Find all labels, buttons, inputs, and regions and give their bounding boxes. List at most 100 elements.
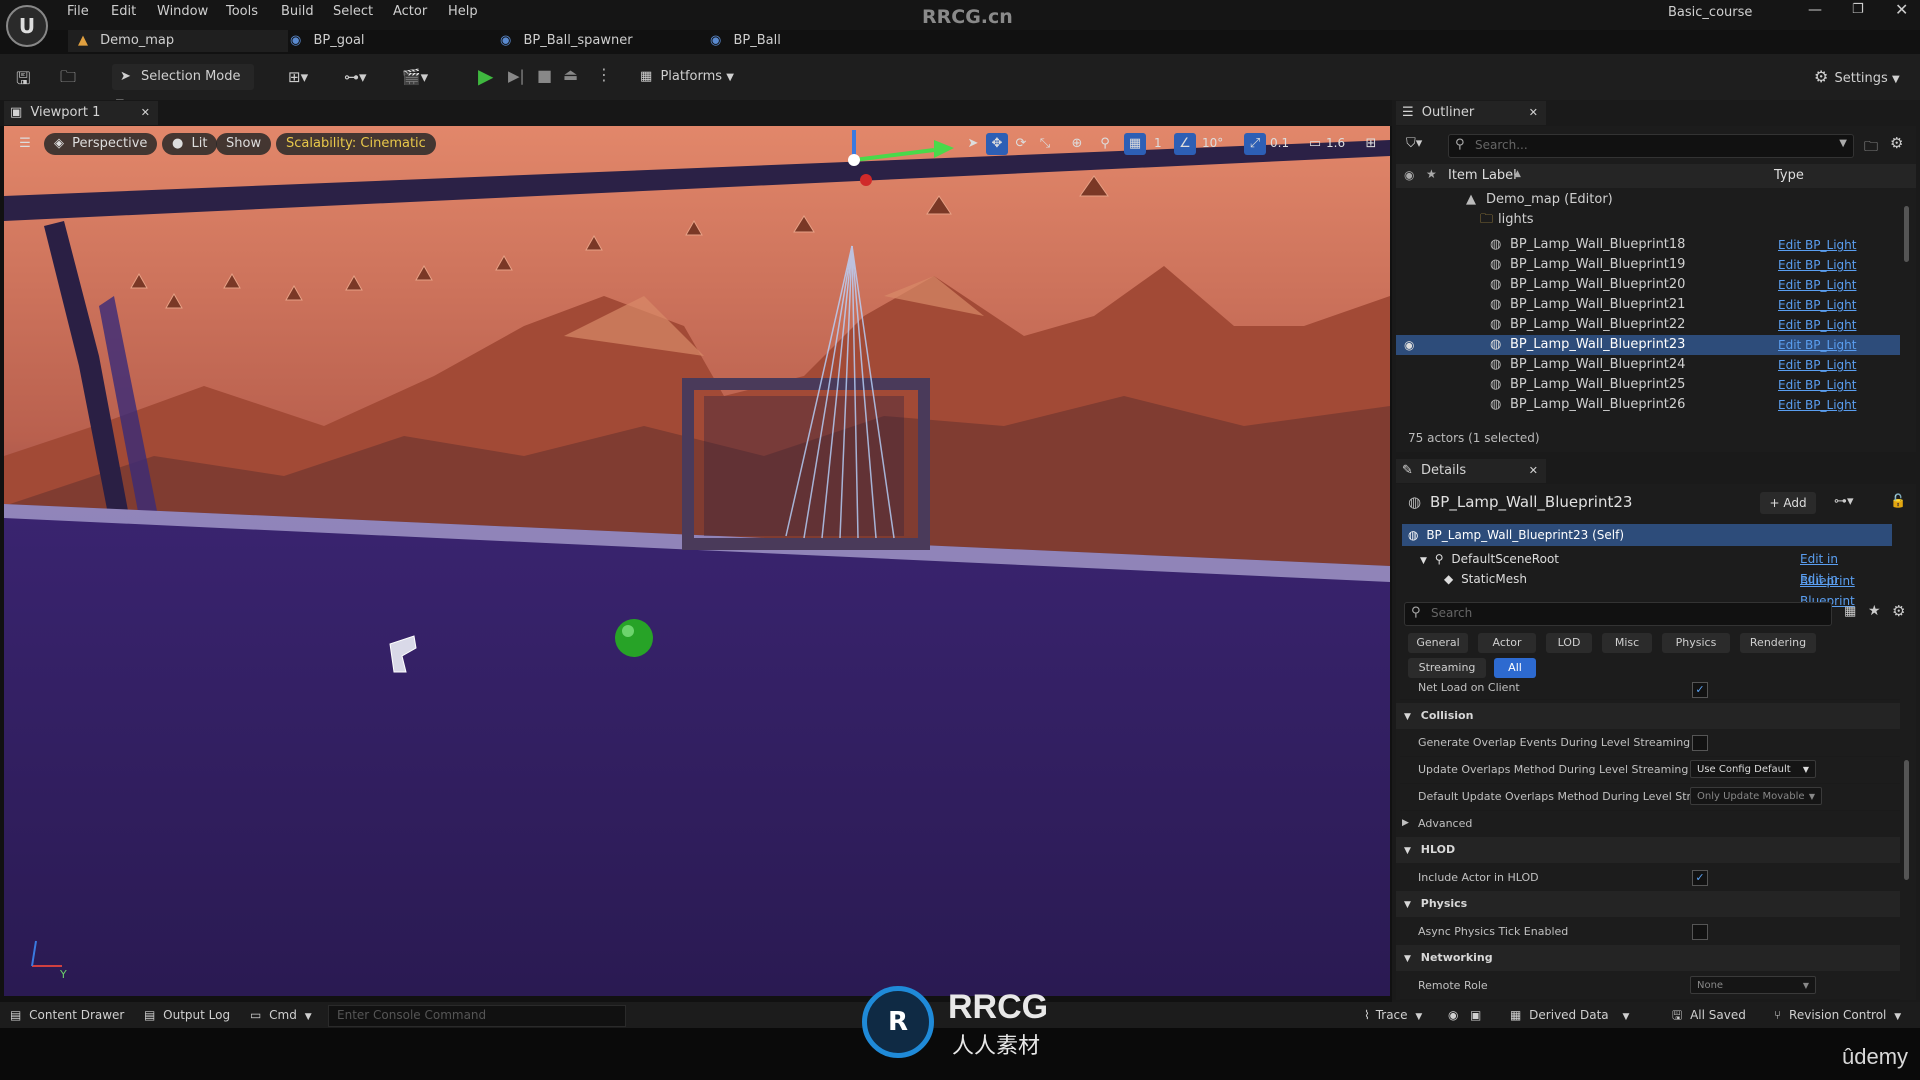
item-label-header[interactable]: Item Label: [1448, 168, 1517, 183]
list-item[interactable]: ◍ BP_Lamp_Wall_Blueprint19 Edit BP_Light: [1396, 255, 1900, 275]
revision-control-dropdown[interactable]: ⑂ Revision Control ▼: [1774, 1006, 1901, 1024]
camera-speed-value[interactable]: 1.6: [1326, 136, 1345, 150]
close-window-icon[interactable]: ✕: [1895, 0, 1908, 19]
component-row[interactable]: ◆ StaticMesh Edit in Blueprint: [1402, 568, 1892, 608]
chevron-down-icon[interactable]: ▼: [1839, 138, 1847, 149]
details-actor-name[interactable]: BP_Lamp_Wall_Blueprint23: [1430, 493, 1632, 511]
table-view-icon[interactable]: ▦: [1844, 604, 1856, 619]
select-tool-icon[interactable]: ➤: [962, 133, 984, 155]
outliner-search-input[interactable]: Search...: [1475, 138, 1528, 152]
category-lod[interactable]: LOD: [1546, 633, 1592, 653]
list-item[interactable]: ◍ BP_Lamp_Wall_Blueprint25 Edit BP_Light: [1396, 375, 1900, 395]
content-drawer-button[interactable]: ▤ Content Drawer: [10, 1006, 124, 1024]
category-physics[interactable]: Physics: [1662, 633, 1730, 653]
menu-select[interactable]: Select: [333, 4, 373, 19]
grid-snap-icon[interactable]: ▦: [1124, 133, 1146, 155]
details-scrollbar[interactable]: [1904, 760, 1909, 880]
scale-tool-icon[interactable]: ⤡: [1034, 133, 1056, 155]
add-folder-icon[interactable]: 🗀: [1864, 136, 1878, 160]
menu-build[interactable]: Build: [281, 4, 314, 19]
console-input[interactable]: Enter Console Command: [328, 1005, 626, 1027]
list-item-selected[interactable]: ◉ ◍ BP_Lamp_Wall_Blueprint23 Edit BP_Lig…: [1396, 335, 1900, 355]
play-icon[interactable]: ▶: [478, 64, 493, 88]
type-header[interactable]: Type: [1774, 168, 1804, 183]
scale-snap-value[interactable]: 0.1: [1270, 136, 1289, 150]
section-collision[interactable]: ▼ Collision: [1396, 703, 1900, 729]
minimize-icon[interactable]: —: [1808, 2, 1822, 18]
tab-details[interactable]: ✎ Details ✕: [1396, 459, 1546, 483]
edit-bp-link[interactable]: Edit BP_Light: [1778, 395, 1856, 415]
menu-help[interactable]: Help: [448, 4, 478, 19]
star-icon[interactable]: ★: [1426, 167, 1437, 181]
eye-icon[interactable]: ◉: [1404, 335, 1414, 355]
expand-arrow-icon[interactable]: ▼: [1420, 556, 1427, 566]
cinematics-icon[interactable]: 🎬▾: [402, 68, 428, 86]
default-update-dropdown[interactable]: Only Update Movable ▼: [1690, 787, 1822, 805]
checkbox-unchecked[interactable]: [1692, 735, 1708, 751]
scale-snap-icon[interactable]: ⤢: [1244, 133, 1266, 155]
lock-icon[interactable]: 🔓: [1890, 494, 1906, 509]
section-advanced[interactable]: ▶ Advanced: [1400, 810, 1900, 838]
edit-bp-link[interactable]: Edit BP_Light: [1778, 235, 1856, 255]
all-saved-button[interactable]: 🖫 All Saved: [1672, 1006, 1746, 1024]
edit-bp-link[interactable]: Edit BP_Light: [1778, 355, 1856, 375]
unreal-logo-icon[interactable]: U: [6, 5, 48, 47]
selection-mode-dropdown[interactable]: ➤ Selection Mode ▼: [112, 64, 254, 109]
rotate-tool-icon[interactable]: ⟳: [1010, 133, 1032, 155]
viewport-layout-icon[interactable]: ⊞: [1360, 133, 1382, 155]
edit-bp-link[interactable]: Edit BP_Light: [1778, 335, 1856, 355]
tab-outliner[interactable]: ☰ Outliner ✕: [1396, 101, 1546, 125]
favorites-star-icon[interactable]: ★: [1868, 603, 1881, 619]
edit-bp-link[interactable]: Edit BP_Light: [1778, 295, 1856, 315]
lit-button[interactable]: ● Lit: [162, 133, 218, 155]
checkbox-checked[interactable]: ✓: [1692, 682, 1708, 698]
eye-icon[interactable]: ◉: [1404, 168, 1414, 182]
tab-bp-goal[interactable]: ◉ BP_goal: [280, 30, 375, 52]
category-streaming[interactable]: Streaming: [1408, 658, 1486, 678]
edit-bp-link[interactable]: Edit BP_Light: [1778, 315, 1856, 335]
list-item[interactable]: ◍ BP_Lamp_Wall_Blueprint21 Edit BP_Light: [1396, 295, 1900, 315]
edit-bp-link[interactable]: Edit BP_Light: [1778, 375, 1856, 395]
trace-dropdown[interactable]: ⌇ Trace ▼: [1364, 1006, 1422, 1024]
close-icon[interactable]: ✕: [1529, 459, 1538, 483]
world-space-icon[interactable]: ⊕: [1066, 133, 1088, 155]
category-misc[interactable]: Misc: [1602, 633, 1652, 653]
component-self-row[interactable]: ◍ BP_Lamp_Wall_Blueprint23 (Self): [1402, 524, 1892, 546]
outliner-folder-row[interactable]: 🗀 lights: [1396, 210, 1900, 230]
blueprint-menu-icon[interactable]: ⊶▾: [344, 68, 367, 86]
show-button[interactable]: Show: [216, 133, 272, 155]
category-general[interactable]: General: [1408, 633, 1468, 653]
category-actor[interactable]: Actor: [1478, 633, 1536, 653]
translate-tool-icon[interactable]: ✥: [986, 133, 1008, 155]
eject-icon[interactable]: ⏏: [563, 65, 578, 84]
menu-actor[interactable]: Actor: [393, 4, 427, 19]
filter-icon[interactable]: ⛉▾: [1406, 136, 1422, 151]
browse-icon[interactable]: 🗀: [60, 66, 76, 93]
checkbox-checked[interactable]: ✓: [1692, 870, 1708, 886]
hamburger-menu-icon[interactable]: ☰: [14, 133, 36, 155]
tab-demo-map[interactable]: ▲ Demo_map: [68, 30, 288, 52]
menu-edit[interactable]: Edit: [111, 4, 136, 19]
checkbox-unchecked[interactable]: [1692, 924, 1708, 940]
component-row[interactable]: ▼ ⚲ DefaultSceneRoot Edit in Blueprint: [1402, 548, 1892, 588]
save-icon[interactable]: 🖫: [16, 66, 30, 95]
section-physics[interactable]: ▼ Physics: [1396, 891, 1900, 917]
list-item[interactable]: ◍ BP_Lamp_Wall_Blueprint24 Edit BP_Light: [1396, 355, 1900, 375]
output-log-button[interactable]: ▤ Output Log: [144, 1006, 230, 1024]
tab-bp-ball-spawner[interactable]: ◉ BP_Ball_spawner: [490, 30, 643, 52]
outliner-root-row[interactable]: ▲ Demo_map (Editor): [1396, 190, 1900, 210]
step-icon[interactable]: ▶|: [508, 67, 525, 85]
settings-dropdown[interactable]: ⚙ Settings ▼: [1814, 64, 1910, 90]
outliner-search-box[interactable]: ⚲ Search... ▼: [1448, 134, 1854, 158]
platforms-dropdown[interactable]: ▦ Platforms ▼: [640, 64, 736, 90]
rotation-snap-icon[interactable]: ∠: [1174, 133, 1196, 155]
details-search-input[interactable]: Search: [1431, 606, 1472, 620]
record-icon[interactable]: ◉: [1448, 1006, 1458, 1024]
outliner-scrollbar[interactable]: [1904, 206, 1909, 262]
more-options-icon[interactable]: ⋮: [596, 65, 612, 84]
section-hlod[interactable]: ▼ HLOD: [1396, 837, 1900, 863]
tab-bp-ball[interactable]: ◉ BP_Ball: [700, 30, 791, 52]
section-networking[interactable]: ▼ Networking: [1396, 945, 1900, 971]
camera-speed-icon[interactable]: ▭: [1304, 133, 1326, 155]
edit-bp-link[interactable]: Edit BP_Light: [1778, 255, 1856, 275]
